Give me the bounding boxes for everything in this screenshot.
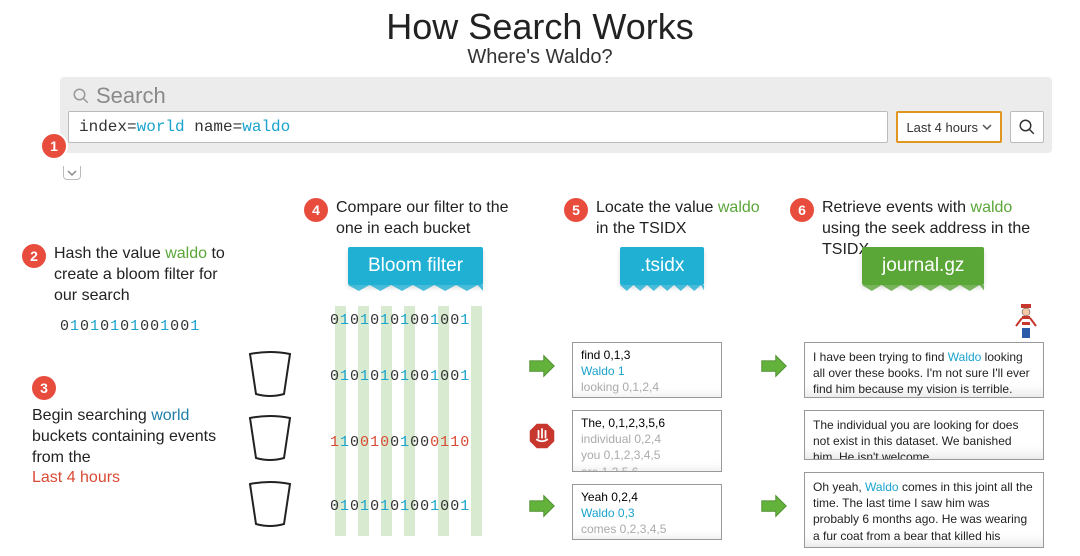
tsidx-tag: .tsidx (620, 247, 704, 285)
time-range-dropdown[interactable]: Last 4 hours (896, 111, 1002, 143)
search-icon (1018, 118, 1036, 136)
step-badge-2: 2 (22, 244, 46, 268)
journal-tag: journal.gz (862, 247, 984, 285)
page-title: How Search Works (0, 6, 1080, 48)
bucket-icon (244, 480, 296, 528)
journal-card-2: The individual you are looking for does … (804, 410, 1044, 460)
step-4-text: Compare our filter to the one in each bu… (336, 198, 534, 240)
bucket-icon (244, 350, 296, 398)
waldo-figure-icon (1012, 302, 1040, 344)
tsidx-card-3: Yeah 0,2,4 Waldo 0,3 comes 0,2,3,4,5 (572, 484, 722, 540)
match-arrow-icon (528, 352, 556, 385)
search-collapse-caret[interactable] (63, 166, 81, 180)
chevron-down-icon (982, 122, 992, 132)
bucket-icon (244, 414, 296, 462)
bucket-bits-1: 01010101001001 (330, 368, 470, 385)
match-arrow-icon (760, 492, 788, 525)
journal-card-3: Oh yeah, Waldo comes in this joint all t… (804, 472, 1044, 548)
search-input[interactable]: index=world name=waldo (68, 111, 888, 143)
search-button[interactable] (1010, 111, 1044, 143)
journal-card-1: I have been trying to find Waldo looking… (804, 342, 1044, 398)
search-icon (72, 87, 90, 105)
step-3-text: Begin searching world buckets containing… (32, 406, 232, 489)
search-bloom-bits: 01010101001001 (60, 318, 200, 335)
match-arrow-icon (760, 352, 788, 385)
step-badge-1: 1 (42, 134, 66, 158)
match-arrow-icon (528, 492, 556, 525)
step-badge-4: 4 (304, 198, 328, 222)
bucket-bits-2: 11001001000110 (330, 434, 470, 451)
step-badge-6: 6 (790, 198, 814, 222)
chevron-down-icon (67, 169, 77, 177)
page-subtitle: Where's Waldo? (0, 46, 1080, 69)
step-badge-3: 3 (32, 376, 56, 400)
search-panel: Search index=world name=waldo Last 4 hou… (60, 77, 1052, 153)
step-5-text: Locate the value waldo in the TSIDX (596, 198, 764, 240)
bucket-bits-3: 01010101001001 (330, 498, 470, 515)
search-section-label: Search (68, 81, 1044, 111)
bloom-filter-tag: Bloom filter (348, 247, 483, 285)
tsidx-card-1: find 0,1,3 Waldo 1 looking 0,1,2,4 (572, 342, 722, 398)
step-badge-5: 5 (564, 198, 588, 222)
bucket-bits-0: 01010101001001 (330, 312, 470, 329)
tsidx-card-2: The, 0,1,2,3,5,6 individual 0,2,4 you 0,… (572, 410, 722, 472)
step-2-text: Hash the value waldo to create a bloom f… (54, 244, 232, 306)
stop-icon (528, 422, 556, 455)
